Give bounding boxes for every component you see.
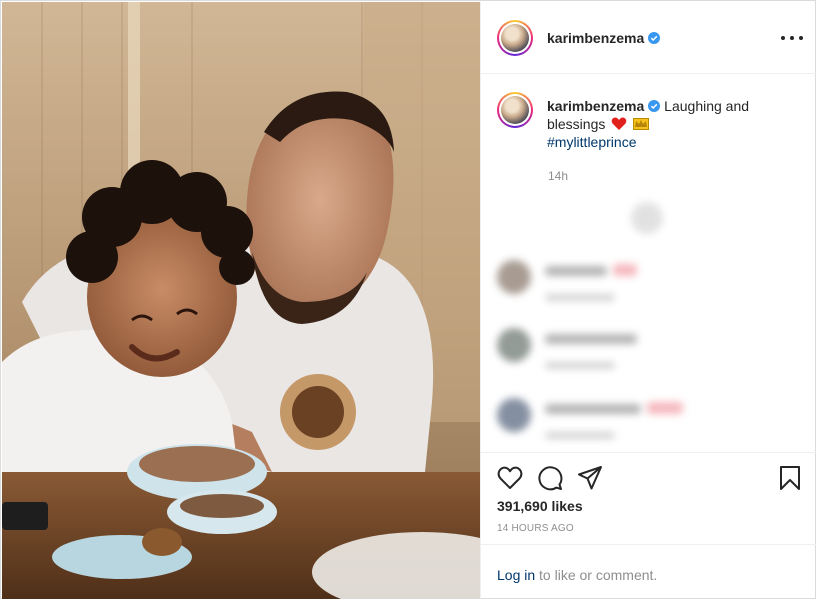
post-caption: karimbenzema Laughing and blessings #myl… [497,92,801,151]
likes-count[interactable]: 391,690 likes [497,498,583,514]
loading-spinner-icon [631,202,663,234]
action-icons [497,465,801,491]
bookmark-icon[interactable] [777,465,803,491]
caption-text-block: karimbenzema Laughing and blessings #myl… [547,92,801,151]
post-actions: 391,690 likes 14 HOURS AGO [481,452,816,544]
caption-username[interactable]: karimbenzema [547,98,661,114]
header-username[interactable]: karimbenzema [547,30,661,46]
profile-avatar[interactable] [497,19,533,56]
verified-badge-icon [648,31,661,44]
paper-plane-icon[interactable] [577,465,603,491]
list-item [497,328,797,378]
instagram-post-window: karimbenzema karimbenzema Laughing and b… [0,0,816,599]
post-timestamp: 14 HOURS AGO [497,523,574,534]
hashtag-link[interactable]: #mylittleprince [547,133,801,151]
post-side-panel: karimbenzema karimbenzema Laughing and b… [480,2,816,599]
more-options-icon[interactable] [781,30,803,46]
photo-illustration [2,2,480,599]
caption-timestamp: 14h [548,169,569,183]
post-photo[interactable] [2,2,480,599]
login-link[interactable]: Log in [497,567,535,583]
blurred-comments [481,192,816,452]
list-item [497,260,797,310]
red-heart-emoji-icon [611,117,627,130]
login-prompt: Log in to like or comment. [481,544,816,599]
post-header: karimbenzema [481,2,816,74]
comment-bubble-icon[interactable] [537,465,563,491]
verified-badge-icon [648,100,661,112]
caption-avatar[interactable] [497,92,533,128]
heart-outline-icon[interactable] [497,465,523,491]
list-item [497,398,797,448]
login-suffix: to like or comment. [539,567,658,583]
crown-emoji-icon [633,118,650,130]
